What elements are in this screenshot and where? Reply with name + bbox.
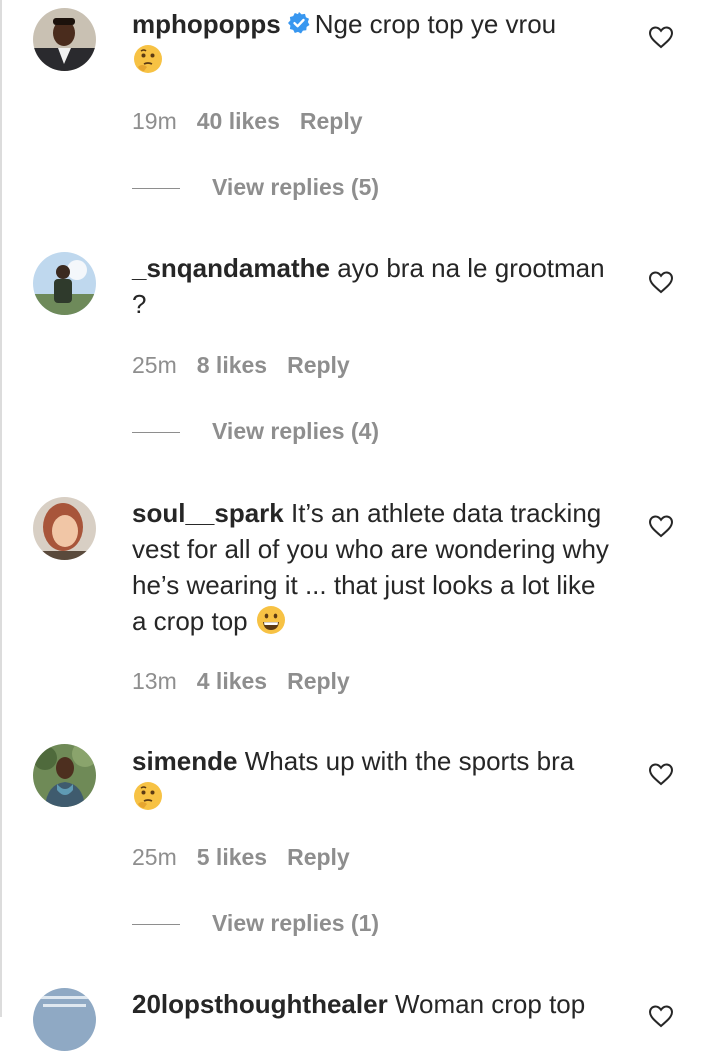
replies-divider [132, 432, 180, 433]
comment-time: 13m [132, 668, 177, 694]
avatar[interactable] [33, 497, 96, 560]
comment-body: Nge crop top ye vrou [314, 9, 557, 39]
comment-body: Woman crop top [394, 989, 586, 1019]
comment-body: Whats up with the sports bra [244, 746, 575, 776]
like-heart-icon[interactable] [648, 1004, 674, 1028]
left-border [0, 0, 2, 1017]
view-replies-label[interactable]: View replies (5) [212, 174, 379, 201]
thinking-face-icon [134, 782, 162, 810]
view-replies-label[interactable]: View replies (4) [212, 418, 379, 445]
comment-text: mphopopps Nge crop top ye vrou [132, 6, 612, 78]
comment-text: _snqandamathe ayo bra na le grootman ? [132, 250, 612, 322]
comment-time: 25m [132, 352, 177, 378]
like-heart-icon[interactable] [648, 514, 674, 538]
thinking-face-icon [134, 45, 162, 73]
like-count[interactable]: 8 likes [197, 352, 267, 378]
username[interactable]: 20lopsthoughthealer [132, 989, 388, 1019]
reply-button[interactable]: Reply [300, 108, 363, 134]
username[interactable]: soul__spark [132, 498, 284, 528]
replies-divider [132, 924, 180, 925]
avatar[interactable] [33, 744, 96, 807]
avatar[interactable] [33, 8, 96, 71]
comment-time: 19m [132, 108, 177, 134]
username[interactable]: _snqandamathe [132, 253, 330, 283]
like-count[interactable]: 40 likes [197, 108, 280, 134]
like-count[interactable]: 4 likes [197, 668, 267, 694]
verified-badge-icon [287, 12, 310, 34]
comment-text: soul__spark It’s an athlete data trackin… [132, 495, 612, 639]
username[interactable]: mphopopps [132, 9, 281, 39]
comment-meta: 25m 8 likes Reply [132, 352, 370, 379]
view-replies-label[interactable]: View replies (1) [212, 910, 379, 937]
comment-meta: 25m 5 likes Reply [132, 844, 370, 871]
reply-button[interactable]: Reply [287, 352, 350, 378]
like-heart-icon[interactable] [648, 270, 674, 294]
username[interactable]: simende [132, 746, 238, 776]
reply-button[interactable]: Reply [287, 844, 350, 870]
comment-meta: 19m 40 likes Reply [132, 108, 383, 135]
reply-button[interactable]: Reply [287, 668, 350, 694]
avatar[interactable] [33, 252, 96, 315]
like-count[interactable]: 5 likes [197, 844, 267, 870]
grinning-face-icon [256, 606, 285, 634]
comment-text: simende Whats up with the sports bra [132, 743, 612, 815]
avatar[interactable] [33, 988, 96, 1051]
replies-divider [132, 188, 180, 189]
comment-meta: 13m 4 likes Reply [132, 668, 370, 695]
like-heart-icon[interactable] [648, 762, 674, 786]
like-heart-icon[interactable] [648, 25, 674, 49]
comment-time: 25m [132, 844, 177, 870]
